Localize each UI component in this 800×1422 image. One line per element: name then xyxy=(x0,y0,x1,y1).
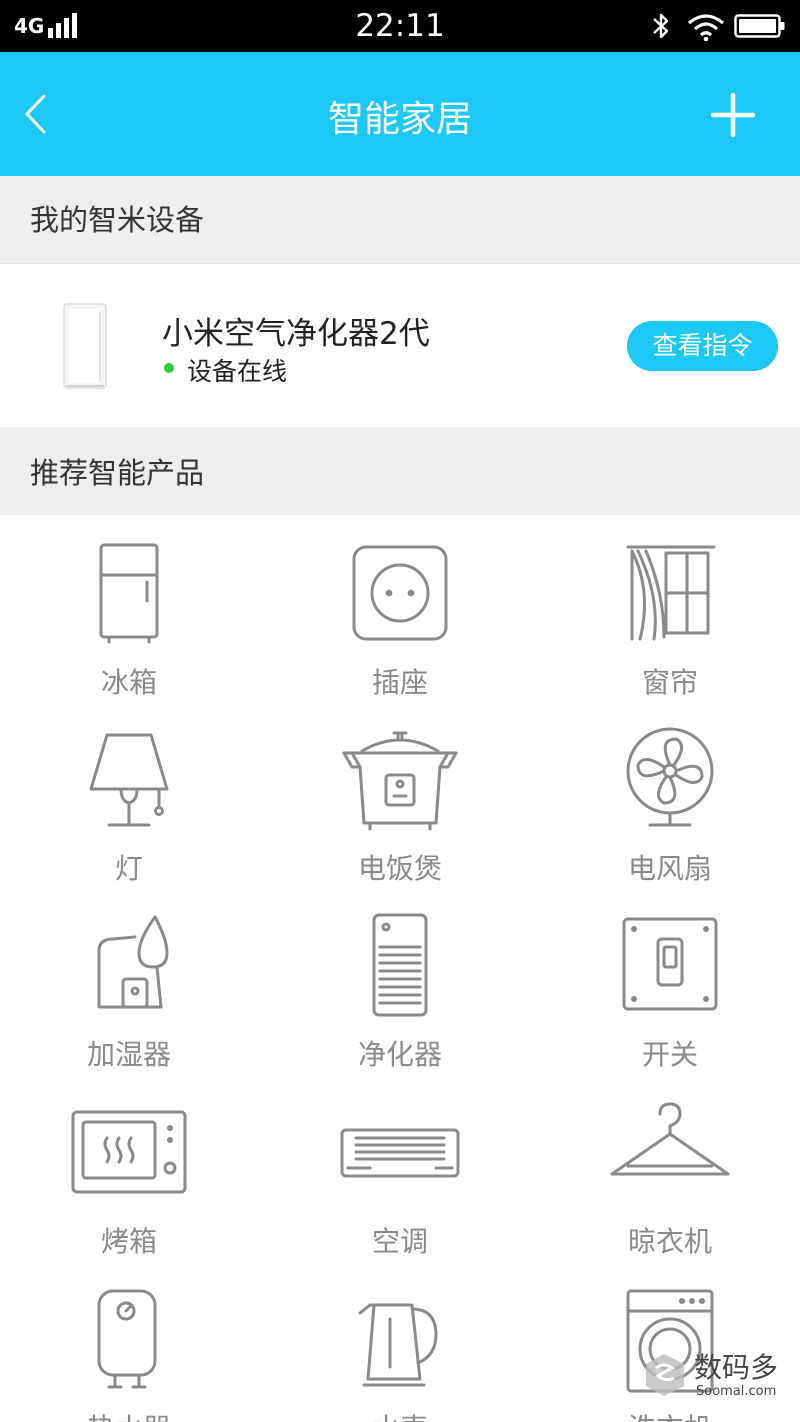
product-purifier[interactable]: 净化器 xyxy=(267,887,533,1073)
fan-icon xyxy=(626,727,714,827)
product-oven[interactable]: 烤箱 xyxy=(0,1074,262,1260)
wifi-icon xyxy=(687,14,725,42)
rice-cooker-icon xyxy=(342,731,458,831)
product-label: 热水器 xyxy=(0,1407,262,1422)
battery-icon xyxy=(734,14,785,38)
product-clothes-dryer[interactable]: 晾衣机 xyxy=(537,1074,800,1260)
oven-icon xyxy=(71,1110,187,1194)
product-label: 插座 xyxy=(371,666,428,699)
device-status: 设备在线 xyxy=(187,357,288,386)
clothes-hanger-icon xyxy=(610,1102,730,1176)
curtain-icon xyxy=(626,545,716,641)
product-label: 净化器 xyxy=(357,1038,442,1071)
product-label: 电饭煲 xyxy=(357,852,442,885)
page-title: 智能家居 xyxy=(327,99,472,140)
humidifier-icon xyxy=(97,915,169,1009)
product-label: 冰箱 xyxy=(100,666,157,699)
fridge-icon xyxy=(99,543,159,644)
air-purifier-thumbnail xyxy=(63,303,107,389)
soomal-logo-icon xyxy=(646,1354,684,1396)
product-label: 电风扇 xyxy=(627,852,712,885)
product-label: 开关 xyxy=(641,1038,698,1071)
product-curtain[interactable]: 窗帘 xyxy=(537,515,800,701)
socket-icon xyxy=(352,545,448,641)
product-rice-cooker[interactable]: 电饭煲 xyxy=(267,701,533,887)
title-bar: 智能家居 xyxy=(0,52,800,176)
product-label: 烤箱 xyxy=(100,1225,157,1258)
product-water-heater[interactable]: 热水器 xyxy=(0,1261,262,1422)
recommended-header: 推荐智能产品 xyxy=(0,427,800,515)
device-card[interactable]: 小米空气净化器2代 设备在线 查看指令 xyxy=(0,264,800,427)
product-label: 加湿器 xyxy=(86,1038,171,1071)
product-air-conditioner[interactable]: 空调 xyxy=(267,1074,533,1260)
online-status-dot xyxy=(164,363,174,373)
product-label: 晾衣机 xyxy=(627,1225,712,1258)
watermark: 数码多 Soomal.com xyxy=(640,1346,790,1406)
product-fridge[interactable]: 冰箱 xyxy=(0,515,262,701)
my-devices-header: 我的智米设备 xyxy=(0,176,800,264)
plus-icon[interactable] xyxy=(708,90,758,140)
bluetooth-icon xyxy=(653,13,669,39)
product-label: 灯 xyxy=(114,852,143,885)
product-kettle[interactable]: 水壶 xyxy=(267,1261,533,1422)
switch-icon xyxy=(622,917,718,1011)
purifier-icon xyxy=(372,913,428,1017)
product-socket[interactable]: 插座 xyxy=(267,515,533,701)
lamp-icon xyxy=(89,733,169,827)
watermark-subtext: Soomal.com xyxy=(696,1384,777,1399)
watermark-text: 数码多 xyxy=(694,1351,779,1384)
product-grid: 冰箱 插座 窗帘 灯 电饭煲 电风扇 加湿器 净化器 开关 烤箱 空调 晾衣机 xyxy=(0,515,800,1422)
status-bar: 4G 22:11 xyxy=(0,0,800,52)
product-fan[interactable]: 电风扇 xyxy=(537,701,800,887)
product-humidifier[interactable]: 加湿器 xyxy=(0,887,262,1073)
product-switch[interactable]: 开关 xyxy=(537,887,800,1073)
device-name: 小米空气净化器2代 xyxy=(162,316,430,352)
product-label: 空调 xyxy=(371,1225,428,1258)
product-label: 水壶 xyxy=(267,1407,533,1422)
kettle-icon xyxy=(358,1303,438,1387)
product-label: 洗衣机 xyxy=(537,1407,800,1422)
product-lamp[interactable]: 灯 xyxy=(0,701,262,887)
air-conditioner-icon xyxy=(340,1128,460,1178)
product-label: 窗帘 xyxy=(641,666,698,699)
view-commands-button[interactable]: 查看指令 xyxy=(627,321,778,371)
water-heater-icon xyxy=(97,1289,157,1389)
clock: 22:11 xyxy=(355,8,445,44)
